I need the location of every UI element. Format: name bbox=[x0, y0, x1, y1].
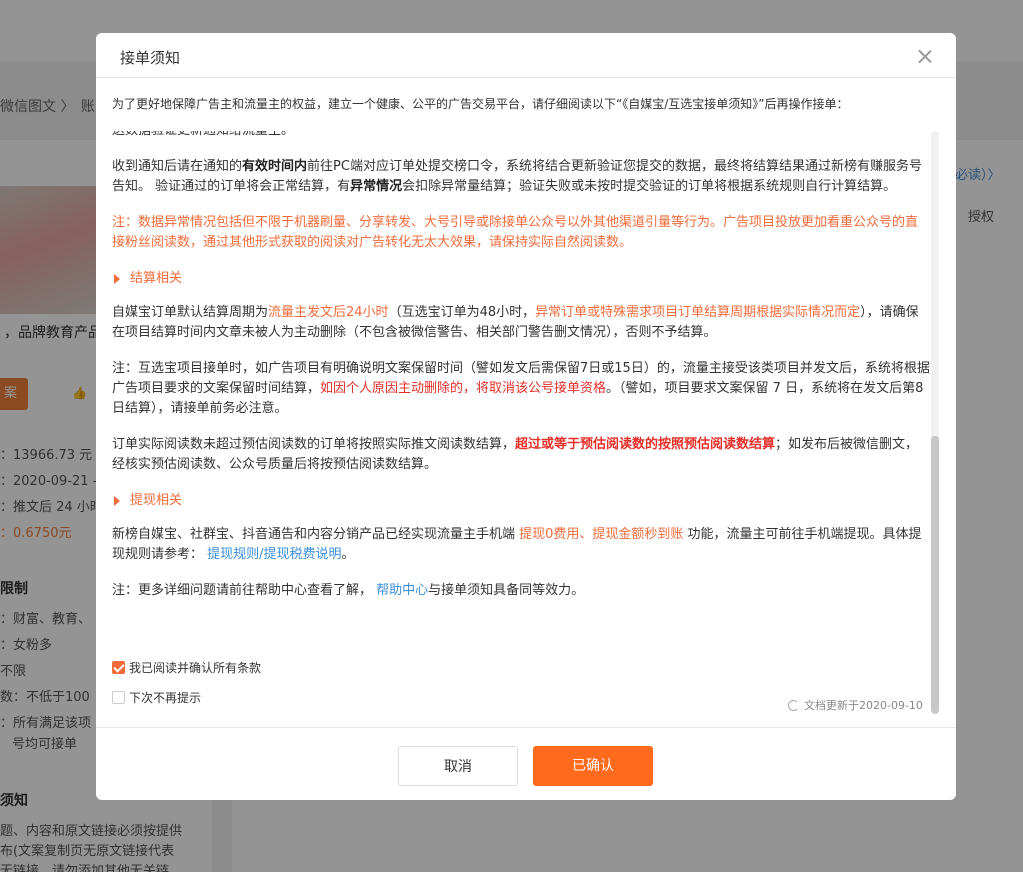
scrollbar-track[interactable] bbox=[931, 131, 939, 714]
hide-next-checkbox[interactable]: 下次不再提示 bbox=[112, 689, 201, 706]
checkbox-checked-icon[interactable] bbox=[112, 661, 125, 674]
scrollbar-thumb[interactable] bbox=[931, 436, 939, 714]
cancel-button[interactable]: 取消 bbox=[398, 746, 518, 786]
caret-right-icon bbox=[114, 496, 120, 506]
paragraph-withdraw: 新榜自媒宝、社群宝、抖音通告和内容分销产品已经实现流量主手机端 提现0费用、提现… bbox=[112, 527, 922, 562]
intro-text: 为了更好地保障广告主和流量主的权益，建立一个健康、公平的广告交易平台，请仔细阅读… bbox=[112, 97, 849, 111]
terms-content: 送数据验证更新通知给流量主。 收到通知后请在通知的有效时间内前往PC端对应订单处… bbox=[112, 131, 930, 617]
update-info: 文档更新于2020-09-10 bbox=[788, 697, 923, 713]
terms-scroll-area[interactable]: 送数据验证更新通知给流量主。 收到通知后请在通知的有效时间内前往PC端对应订单处… bbox=[112, 131, 938, 715]
refresh-icon bbox=[788, 699, 799, 711]
modal-footer: 取消 已确认 bbox=[96, 727, 956, 800]
section-settlement: 结算相关 bbox=[112, 269, 930, 289]
agree-label: 我已阅读并确认所有条款 bbox=[129, 661, 262, 675]
paragraph-retention: 注：互选宝项目接单时，如广告项目有明确说明文案保留时间（譬如发文后需保留7日或1… bbox=[112, 361, 930, 416]
confirm-button[interactable]: 已确认 bbox=[533, 746, 653, 786]
paragraph-read-count: 订单实际阅读数未超过预估阅读数的订单将按照实际推文阅读数结算，超过或等于预估阅读… bbox=[112, 437, 919, 472]
truncated-line: 送数据验证更新通知给流量主。 bbox=[112, 131, 930, 141]
checkbox-unchecked-icon[interactable] bbox=[112, 691, 125, 704]
help-center-link[interactable]: 帮助中心 bbox=[376, 583, 428, 598]
paragraph-settlement-cycle: 自媒宝订单默认结算周期为流量主发文后24小时（互选宝订单为48小时，异常订单或特… bbox=[112, 305, 919, 340]
caret-right-icon bbox=[114, 274, 120, 284]
paragraph-help: 注：更多详细问题请前往帮助中心查看了解， 帮助中心与接单须知具备同等效力。 bbox=[112, 583, 585, 598]
hide-next-label: 下次不再提示 bbox=[129, 691, 202, 705]
modal-header: 接单须知 bbox=[96, 33, 956, 78]
update-date: 文档更新于2020-09-10 bbox=[804, 699, 923, 712]
paragraph-verify: 收到通知后请在通知的有效时间内前往PC端对应订单处提交榜口令，系统将结合更新验证… bbox=[112, 159, 922, 194]
section-withdraw: 提现相关 bbox=[112, 491, 930, 511]
order-notice-modal: 接单须知 为了更好地保障广告主和流量主的权益，建立一个健康、公平的广告交易平台，… bbox=[96, 33, 956, 800]
close-icon[interactable] bbox=[918, 49, 932, 63]
modal-title: 接单须知 bbox=[120, 49, 181, 67]
agree-checkbox[interactable]: 我已阅读并确认所有条款 bbox=[112, 659, 261, 676]
note-abnormal-data: 注：数据异常情况包括但不限于机器刷量、分享转发、大号引导或除接单公众号以外其他渠… bbox=[112, 215, 919, 250]
withdraw-rules-link[interactable]: 提现规则/提现税费说明 bbox=[207, 547, 341, 562]
